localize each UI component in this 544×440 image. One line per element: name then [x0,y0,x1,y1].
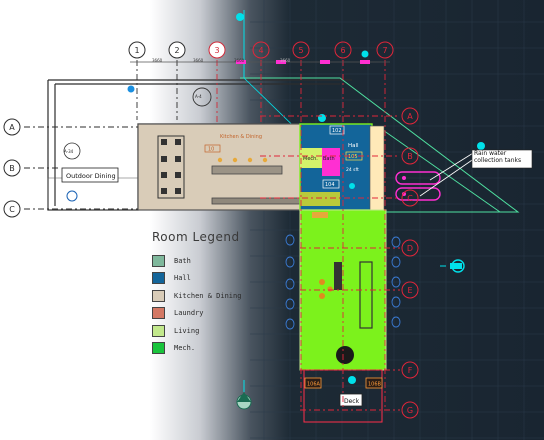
kitchen-counter [211,165,283,175]
elevation-marker [66,190,78,202]
dim-label-4: 3660 [280,58,291,63]
section-marker-east[interactable] [440,259,465,273]
closet-strip [369,125,385,211]
rain-note-wrap: Rain water collection tanks [474,150,522,164]
row-label-g: G [407,406,413,415]
column-label-2: 2 [174,46,179,55]
column-label-7: 7 [382,46,387,55]
column-label-3: 3 [214,46,219,55]
row-label-a: A [407,112,413,121]
view-marker-tag: A-34 [64,149,74,154]
dim-label-3: 3660 [234,58,245,63]
mech-label: Mech. [303,156,318,162]
legend-item-living: Living [152,322,241,340]
deck-label: Deck [344,398,360,405]
tag-104-text: 104 [325,182,335,188]
skylight-dot [318,114,326,122]
legend-swatch-kitchen [152,289,165,302]
pendant-light-tag: A-4 [195,94,202,99]
section-marker-south[interactable] [236,380,252,410]
outdoor-dining-label: Outdoor Dining [66,172,116,180]
dimension-line: 3660 3660 3660 3660 [130,58,390,64]
legend-title: Room Legend [152,230,240,244]
column-label-6: 6 [340,46,345,55]
kitchen-tag-text: 10 [208,147,214,153]
bath-room[interactable] [322,148,340,176]
rug-round [336,346,354,364]
kitchen-label: Kitchen & Dining [220,134,262,140]
outdoor-dining-zone [47,177,139,211]
rain-note: Rain water collection tanks [474,150,522,164]
section-marker [236,13,244,21]
legend-label-bath: Bath [174,256,191,265]
bath-label: Bath [323,156,335,162]
door-106a-text: 106A [307,382,321,388]
row-label-a-left: A [9,123,15,132]
row-label-b: B [407,152,413,161]
legend-label-kitchen: Kitchen & Dining [174,291,242,300]
legend-item-mech: Mech. [152,340,241,358]
legend-swatch-laundry [152,307,165,320]
row-label-b-left: B [9,164,15,173]
cad-viewport[interactable]: Kitchen & Dining 10 Outdoor Dining A-34 … [0,0,544,440]
legend-item-hall: Hall [152,270,241,288]
area-label: 24 sft [346,167,359,173]
note-dot [477,142,485,150]
legend-item-kitchen: Kitchen & Dining [152,287,241,305]
row-label-e: E [407,286,412,295]
legend-label-mech: Mech. [174,344,196,353]
door-106b-text: 106B [368,382,382,388]
tv-console [312,212,328,218]
tag-102-text: 102 [332,128,342,134]
legend-label-laundry: Laundry [174,309,204,318]
row-label-c: C [407,194,413,203]
kitchen-island [211,197,303,205]
cad-grid [250,0,544,440]
dim-label-1: 3660 [152,58,163,63]
legend-label-living: Living [174,326,200,335]
column-label-5: 5 [298,46,303,55]
fixture-dot [349,183,355,189]
leader-line-1 [429,149,479,181]
row-label-f: F [408,366,413,375]
row-label-d: D [407,244,413,253]
column-bubbles[interactable]: 1 2 3 4 5 6 7 [128,41,394,59]
tag-105-text: 105 [348,154,358,160]
laundry-counter [300,192,340,206]
coffee-table [334,262,342,290]
north-arrow-dot [127,85,135,93]
legend-swatch-bath [152,254,165,267]
legend-swatch-living [152,324,165,337]
floor-plan-drawing[interactable]: Kitchen & Dining 10 Outdoor Dining A-34 … [0,0,544,440]
deck-light [348,376,356,384]
legend-swatch-mech [152,342,165,355]
column-label-1: 1 [134,46,139,55]
hall-label: Hall [348,143,359,149]
row-label-c-left: C [9,205,15,214]
column-label-4: 4 [258,46,263,55]
legend-label-hall: Hall [174,274,191,283]
legend-item-laundry: Laundry [152,305,241,323]
legend-item-bath: Bath [152,252,241,270]
column-marker-dot [361,50,369,58]
dim-label-2: 3660 [193,58,204,63]
room-legend: Room Legend Bath Hall Kitchen & Dining L… [152,230,241,357]
legend-swatch-hall [152,272,165,285]
